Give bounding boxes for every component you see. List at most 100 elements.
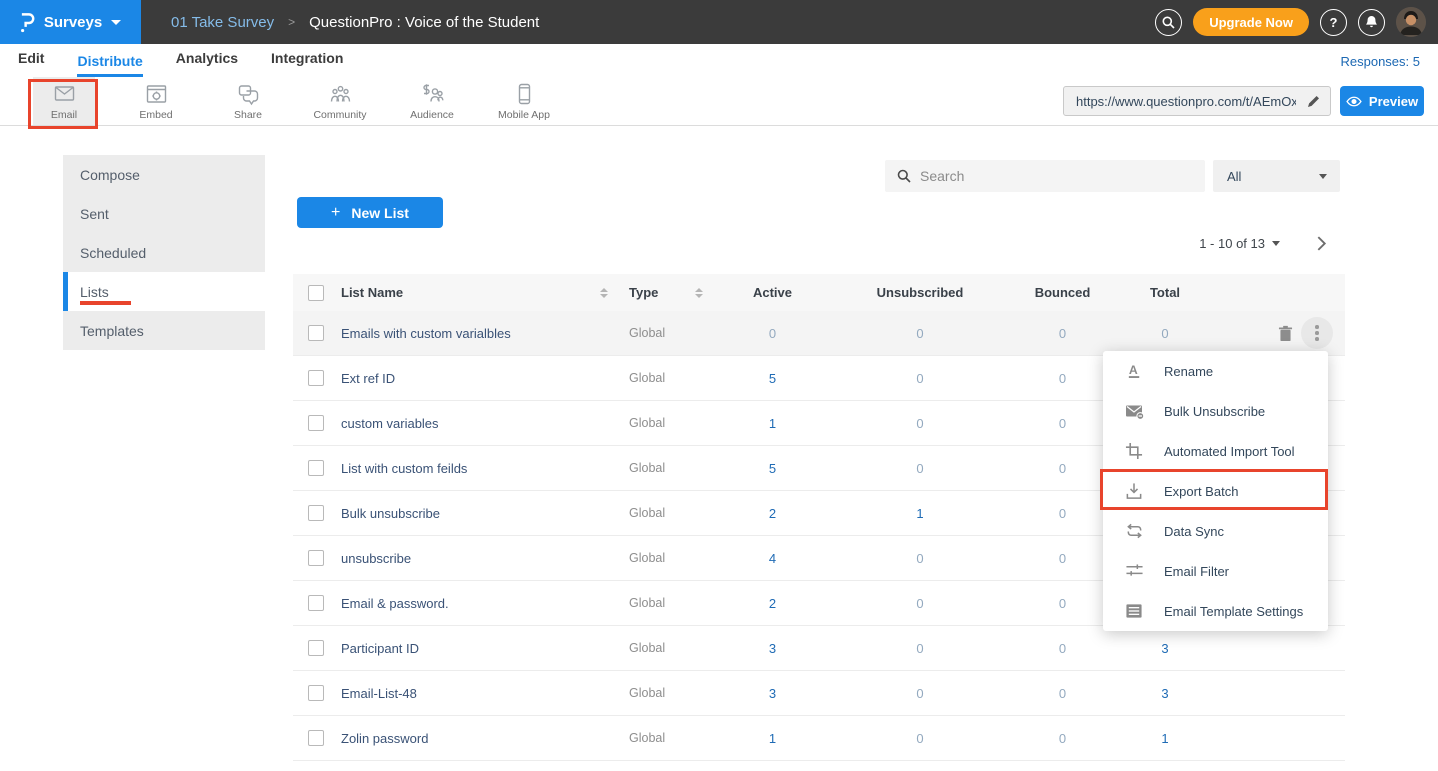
table-row[interactable]: Emails with custom varialbles Global 0 0… (293, 311, 1345, 356)
channel-email[interactable]: Email (33, 77, 95, 125)
menu-item-automated-import-tool[interactable]: Automated Import Tool (1103, 431, 1328, 471)
email-template-settings-icon (1124, 602, 1144, 620)
col-bounced: Bounced (1010, 285, 1115, 300)
preview-button[interactable]: Preview (1340, 86, 1424, 116)
channel-audience[interactable]: Audience (401, 77, 463, 125)
table-row[interactable]: Zolin password Global 1 0 0 1 (293, 716, 1345, 761)
list-name-link[interactable]: custom variables (341, 416, 439, 431)
tab-analytics[interactable]: Analytics (176, 50, 238, 77)
plus-icon: + (331, 204, 340, 222)
svg-text:A: A (1128, 363, 1137, 377)
audience-icon (420, 82, 445, 106)
menu-item-email-filter[interactable]: Email Filter (1103, 551, 1328, 591)
survey-url-input[interactable] (1064, 94, 1296, 109)
sidebar-item-sent[interactable]: Sent (63, 194, 265, 233)
tab-distribute[interactable]: Distribute (77, 53, 142, 77)
menu-item-bulk-unsubscribe[interactable]: Bulk Unsubscribe (1103, 391, 1328, 431)
distribute-toolbar: Email Embed Share Community Audience Mob… (0, 77, 1438, 126)
chevron-right-icon (1316, 235, 1327, 252)
row-checkbox[interactable] (308, 370, 324, 386)
select-all-checkbox[interactable] (308, 285, 324, 301)
eye-icon (1346, 96, 1362, 107)
sidebar-item-scheduled[interactable]: Scheduled (63, 233, 265, 272)
sidebar-item-templates[interactable]: Templates (63, 311, 265, 350)
col-list-name[interactable]: List Name (341, 285, 403, 300)
community-icon (328, 82, 353, 106)
tab-integration[interactable]: Integration (271, 50, 343, 77)
row-checkbox[interactable] (308, 640, 324, 656)
edit-url-button[interactable] (1296, 87, 1330, 115)
notifications-button[interactable] (1358, 9, 1385, 36)
list-name-link[interactable]: List with custom feilds (341, 461, 467, 476)
list-name-link[interactable]: Bulk unsubscribe (341, 506, 440, 521)
channel-embed[interactable]: Embed (125, 77, 187, 125)
delete-list-button[interactable] (1278, 325, 1293, 342)
list-name-link[interactable]: Participant ID (341, 641, 419, 656)
pagination-range-dropdown[interactable]: 1 - 10 of 13 (1199, 236, 1280, 251)
menu-item-data-sync[interactable]: Data Sync (1103, 511, 1328, 551)
next-page-button[interactable] (1316, 235, 1327, 252)
list-name-link[interactable]: Email & password. (341, 596, 449, 611)
table-row[interactable]: Email-List-48 Global 3 0 0 3 (293, 671, 1345, 716)
row-checkbox[interactable] (308, 325, 324, 341)
upgrade-now-button[interactable]: Upgrade Now (1193, 8, 1309, 36)
list-search-input[interactable] (920, 168, 1205, 184)
embed-icon (144, 82, 169, 106)
mobile-app-icon (512, 82, 537, 106)
row-checkbox[interactable] (308, 550, 324, 566)
menu-item-email-template-settings[interactable]: Email Template Settings (1103, 591, 1328, 631)
product-label: Surveys (44, 14, 102, 31)
list-name-link[interactable]: Email-List-48 (341, 686, 417, 701)
channel-share[interactable]: Share (217, 77, 279, 125)
sidebar-item-compose[interactable]: Compose (63, 155, 265, 194)
help-button[interactable]: ? (1320, 9, 1347, 36)
col-type[interactable]: Type (629, 285, 658, 300)
menu-item-rename[interactable]: A Rename (1103, 351, 1328, 391)
bulk-unsubscribe-icon (1124, 402, 1144, 420)
list-name-link[interactable]: Ext ref ID (341, 371, 395, 386)
list-actions-context-menu: A Rename Bulk Unsubscribe Automated Impo… (1103, 351, 1328, 631)
automated-import-icon (1124, 442, 1144, 460)
row-checkbox[interactable] (308, 505, 324, 521)
pencil-icon (1307, 95, 1320, 108)
survey-url-field (1063, 86, 1331, 116)
row-checkbox[interactable] (308, 685, 324, 701)
col-active: Active (715, 285, 830, 300)
row-checkbox[interactable] (308, 595, 324, 611)
table-header: List Name Type Active Unsubscribed Bounc… (293, 274, 1345, 311)
trash-icon (1278, 325, 1293, 342)
row-checkbox[interactable] (308, 730, 324, 746)
new-list-button[interactable]: + New List (297, 197, 443, 228)
list-name-link[interactable]: Emails with custom varialbles (341, 326, 511, 341)
chevron-down-icon (1319, 174, 1327, 179)
list-name-link[interactable]: unsubscribe (341, 551, 411, 566)
search-icon (1162, 16, 1175, 29)
kebab-menu-icon (1315, 325, 1319, 329)
breadcrumb-separator: > (288, 15, 295, 29)
data-sync-icon (1124, 522, 1144, 540)
row-checkbox[interactable] (308, 415, 324, 431)
search-button[interactable] (1155, 9, 1182, 36)
share-icon (236, 82, 261, 106)
top-bar: Surveys 01 Take Survey > QuestionPro : V… (0, 0, 1438, 44)
list-name-link[interactable]: Zolin password (341, 731, 428, 746)
list-filter-dropdown[interactable]: All (1213, 160, 1340, 192)
survey-tab-bar: Edit Distribute Analytics Integration Re… (0, 44, 1438, 77)
sort-icon[interactable] (600, 288, 608, 298)
sort-icon[interactable] (695, 288, 703, 298)
tab-edit[interactable]: Edit (18, 50, 44, 77)
channel-mobile-app[interactable]: Mobile App (493, 77, 555, 125)
channel-community[interactable]: Community (309, 77, 371, 125)
col-total: Total (1115, 285, 1215, 300)
sidebar-item-lists[interactable]: Lists (63, 272, 265, 311)
email-sidebar: Compose Sent Scheduled Lists Templates (63, 155, 265, 350)
surveys-menu[interactable]: Surveys (0, 0, 141, 44)
row-more-actions-button[interactable] (1301, 317, 1333, 349)
lists-highlight-annotation (80, 301, 131, 305)
menu-item-export-batch[interactable]: Export Batch (1103, 471, 1328, 511)
row-checkbox[interactable] (308, 460, 324, 476)
email-icon (52, 82, 77, 106)
table-row[interactable]: Participant ID Global 3 0 0 3 (293, 626, 1345, 671)
breadcrumb-survey-name[interactable]: 01 Take Survey (171, 14, 274, 31)
user-avatar[interactable] (1396, 7, 1426, 37)
